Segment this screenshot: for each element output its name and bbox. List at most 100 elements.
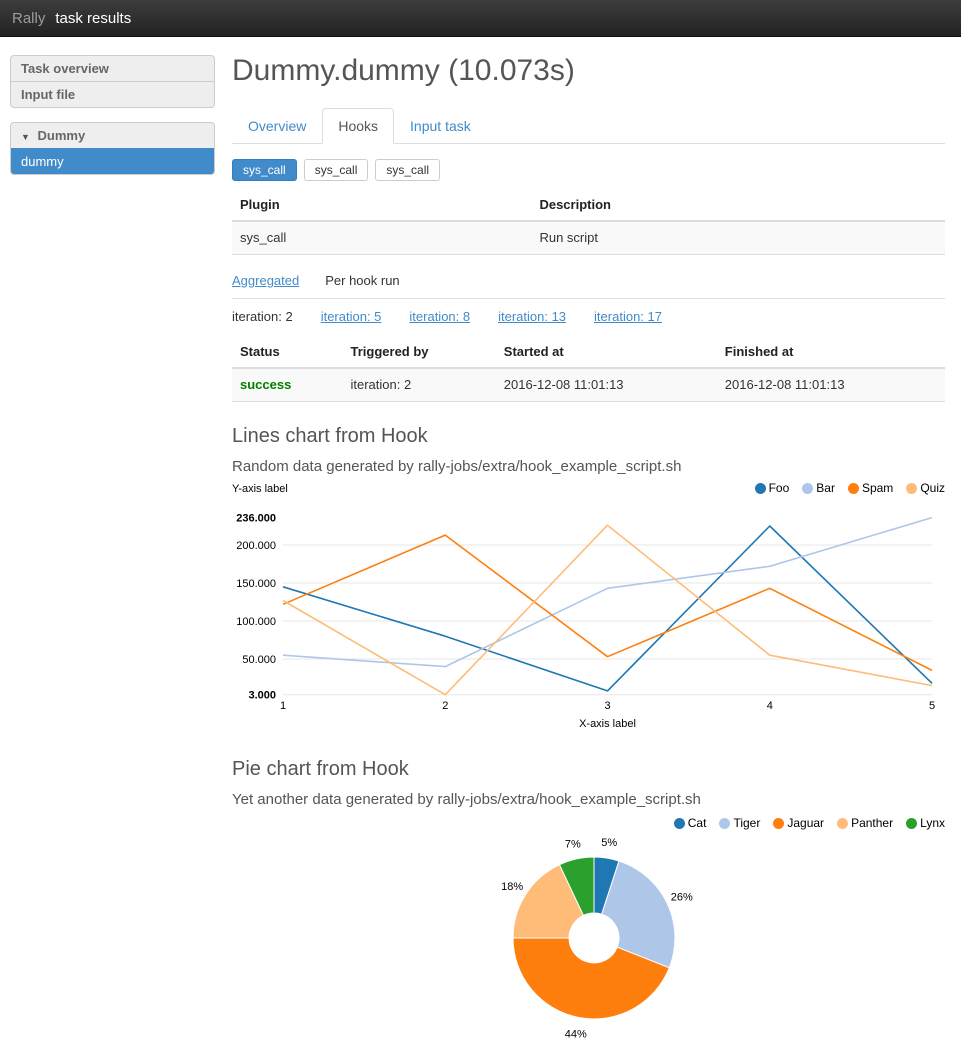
tab-hooks[interactable]: Hooks [322,108,394,144]
navbar: Rally task results [0,0,961,37]
pie-slice-percent-label: 5% [601,837,617,849]
sidebar-group-dummy[interactable]: ▼ Dummy [11,123,214,148]
legend-label: Cat [688,816,707,830]
table-header-row: StatusTriggered byStarted atFinished at [232,336,945,368]
lines-chart-legend: Foo Bar Spam Quiz [755,481,945,495]
column-header-plugin: Plugin [232,189,531,221]
table-cell: sys_call [232,221,531,255]
legend-dot-icon [837,818,848,829]
iteration-link-iteration-8[interactable]: iteration: 8 [409,309,470,324]
legend-item-panther[interactable]: Panther [837,816,893,830]
line-series-spam [283,535,932,670]
legend-item-foo[interactable]: Foo [755,481,790,495]
legend-label: Foo [769,481,790,495]
legend-item-jaguar[interactable]: Jaguar [773,816,824,830]
legend-dot-icon [719,818,730,829]
table-cell: iteration: 2 [343,368,496,402]
y-tick-label: 150.000 [236,578,276,590]
iteration-link-iteration-5[interactable]: iteration: 5 [321,309,382,324]
legend-dot-icon [802,483,813,494]
legend-label: Panther [851,816,893,830]
y-tick-label: 200.000 [236,540,276,552]
collapse-caret-icon: ▼ [21,132,30,142]
legend-label: Lynx [920,816,945,830]
column-header-description: Description [531,189,945,221]
tab-overview[interactable]: Overview [232,108,322,144]
navbar-page-title: task results [55,10,131,27]
sidebar-scenario-panel: ▼ Dummy dummy [10,122,215,175]
y-tick-label: 100.000 [236,616,276,628]
legend-dot-icon [773,818,784,829]
tab-input-task[interactable]: Input task [394,108,487,144]
hook-button-3[interactable]: sys_call [375,159,440,181]
lines-chart-section: Lines chart from Hook Random data genera… [232,425,945,735]
line-series-foo [283,526,932,691]
table-cell: Run script [531,221,945,255]
hook-button-2[interactable]: sys_call [304,159,369,181]
lines-chart: 3.000 50.000 100.000 150.000 200.000 236.000 1… [232,495,945,735]
runs-table: StatusTriggered byStarted atFinished ats… [232,336,945,402]
y-axis-label: Y-axis label [232,483,288,495]
hook-button-1[interactable]: sys_call [232,159,297,181]
legend-label: Bar [816,481,835,495]
column-header-finished-at: Finished at [717,336,945,368]
pie-chart-subtitle: Yet another data generated by rally-jobs… [232,791,945,808]
legend-item-quiz[interactable]: Quiz [906,481,945,495]
iteration-links: iteration: 2 iteration: 5 iteration: 8 iter… [232,299,945,328]
sidebar-item-label: Task overview [21,61,109,76]
tab-bar: OverviewHooksInput task [232,108,945,144]
view-toggle: Aggregated Per hook run [232,273,945,299]
pie-chart-legend: Cat Tiger Jaguar Panther Lynx [232,816,945,830]
iteration-link-iteration-17[interactable]: iteration: 17 [594,309,662,324]
legend-dot-icon [906,818,917,829]
y-tick-label: 3.000 [248,690,276,702]
sidebar-item-dummy[interactable]: dummy [11,148,214,174]
legend-dot-icon [674,818,685,829]
sidebar-item-label: dummy [21,154,64,169]
legend-item-spam[interactable]: Spam [848,481,893,495]
y-tick-label: 50.000 [242,654,276,666]
table-cell: success [232,368,343,402]
line-series-quiz [283,525,932,695]
x-tick-label: 1 [280,700,286,712]
table-header-row: PluginDescription [232,189,945,221]
sidebar-group-label: Dummy [38,128,86,143]
sidebar: Task overview Input file ▼ Dummy dummy [10,55,215,189]
pie-chart-section: Pie chart from Hook Yet another data gen… [232,758,945,1042]
x-tick-label: 3 [604,700,610,712]
legend-item-cat[interactable]: Cat [674,816,707,830]
line-series-bar [283,518,932,667]
legend-item-lynx[interactable]: Lynx [906,816,945,830]
pie-slice-percent-label: 18% [501,881,523,893]
lines-chart-subtitle: Random data generated by rally-jobs/extr… [232,458,945,475]
legend-item-tiger[interactable]: Tiger [719,816,760,830]
x-tick-label: 2 [442,700,448,712]
column-header-status: Status [232,336,343,368]
iteration-link-iteration-13[interactable]: iteration: 13 [498,309,566,324]
pie-chart: 5% 26% 44% 18% 7% [232,830,945,1042]
legend-label: Spam [862,481,893,495]
pie-slice-percent-label: 44% [565,1028,587,1040]
page-title: Dummy.dummy (10.073s) [232,54,945,88]
view-toggle-aggregated[interactable]: Aggregated [232,273,299,288]
table-cell: 2016-12-08 11:01:13 [496,368,717,402]
view-toggle-per-hook-run: Per hook run [325,273,399,288]
sidebar-item-task-overview[interactable]: Task overview [11,56,214,81]
plugin-table: PluginDescriptionsys_callRun script [232,189,945,255]
app-brand[interactable]: Rally [12,10,45,27]
legend-item-bar[interactable]: Bar [802,481,835,495]
y-tick-label: 236.000 [236,513,276,525]
pie-slice-percent-label: 26% [671,892,693,904]
column-header-triggered-by: Triggered by [343,336,496,368]
iteration-current: iteration: 2 [232,309,293,324]
x-tick-label: 5 [929,700,935,712]
lines-chart-header: Y-axis label Foo Bar Spam Quiz [232,481,945,495]
column-header-started-at: Started at [496,336,717,368]
legend-dot-icon [848,483,859,494]
legend-label: Jaguar [787,816,824,830]
pie-slice-percent-label: 7% [565,838,581,850]
legend-dot-icon [755,483,766,494]
sidebar-item-label: Input file [21,87,75,102]
sidebar-item-input-file[interactable]: Input file [11,81,214,107]
hook-run-buttons: sys_call sys_call sys_call [232,159,945,181]
